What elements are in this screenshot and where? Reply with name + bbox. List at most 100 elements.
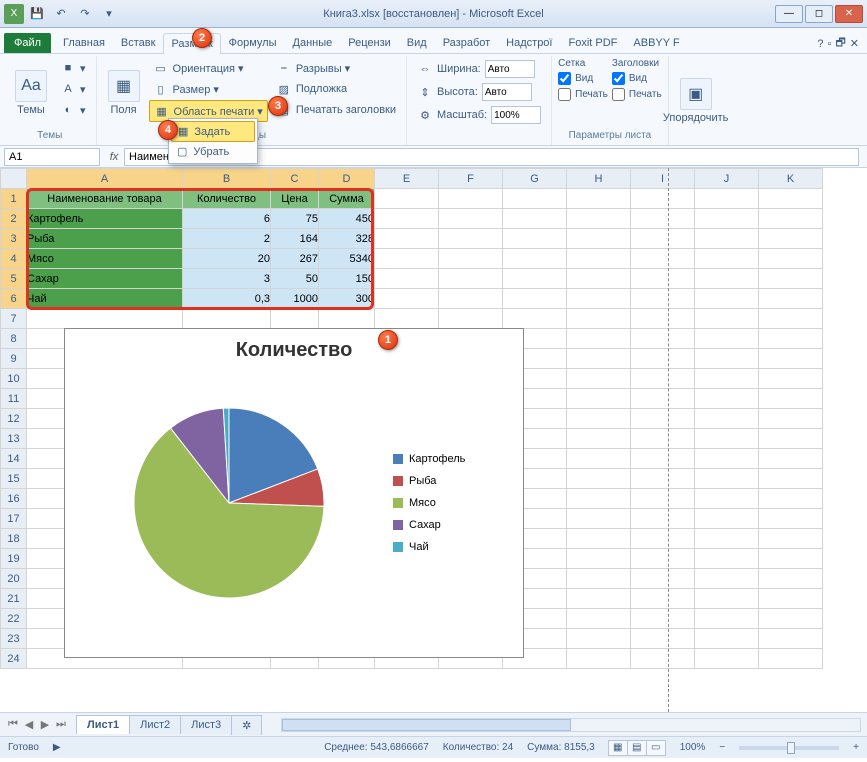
name-box[interactable] <box>4 148 100 166</box>
cell[interactable] <box>759 409 823 429</box>
undo-button[interactable]: ↶ <box>50 3 72 25</box>
cell[interactable] <box>759 289 823 309</box>
cell[interactable] <box>631 229 695 249</box>
cell[interactable] <box>567 189 631 209</box>
cell[interactable]: 150 <box>319 269 375 289</box>
view-buttons[interactable]: ▦▤▭ <box>609 740 666 756</box>
cell[interactable] <box>567 529 631 549</box>
cell[interactable] <box>631 549 695 569</box>
cell[interactable] <box>567 369 631 389</box>
theme-colors[interactable]: ■▾ <box>56 58 90 78</box>
arrange-button[interactable]: ▣ Упорядочить <box>675 58 717 143</box>
column-header-J[interactable]: J <box>695 169 759 189</box>
cell[interactable] <box>695 629 759 649</box>
cell[interactable] <box>631 409 695 429</box>
cell[interactable] <box>503 269 567 289</box>
save-button[interactable]: 💾 <box>26 3 48 25</box>
cell[interactable] <box>631 209 695 229</box>
cell[interactable] <box>759 189 823 209</box>
cell[interactable] <box>631 249 695 269</box>
cell[interactable] <box>695 389 759 409</box>
row-header-11[interactable]: 11 <box>1 389 27 409</box>
cell[interactable] <box>759 449 823 469</box>
cell[interactable] <box>567 609 631 629</box>
close-button[interactable]: ✕ <box>835 5 863 23</box>
cell[interactable] <box>503 249 567 269</box>
cell[interactable]: 300 <box>319 289 375 309</box>
cell[interactable]: 267 <box>271 249 319 269</box>
close-workbook-icon[interactable]: ✕ <box>850 37 859 50</box>
row-header-1[interactable]: 1 <box>1 189 27 209</box>
cell[interactable] <box>631 349 695 369</box>
tab-insert[interactable]: Вставк <box>113 32 164 53</box>
cell[interactable] <box>631 429 695 449</box>
themes-button[interactable]: Aa Темы <box>10 58 52 128</box>
cell[interactable] <box>375 249 439 269</box>
cell[interactable] <box>759 589 823 609</box>
cell[interactable] <box>375 289 439 309</box>
cell[interactable]: Количество <box>183 189 271 209</box>
height-input[interactable] <box>482 83 532 101</box>
cell[interactable] <box>567 389 631 409</box>
row-header-2[interactable]: 2 <box>1 209 27 229</box>
cell[interactable] <box>567 449 631 469</box>
cell[interactable] <box>695 229 759 249</box>
cell[interactable] <box>631 189 695 209</box>
column-header-D[interactable]: D <box>319 169 375 189</box>
cell[interactable] <box>567 589 631 609</box>
row-header-18[interactable]: 18 <box>1 529 27 549</box>
sheet-tab-2[interactable]: Лист2 <box>129 715 181 734</box>
cell[interactable]: 3 <box>183 269 271 289</box>
cell[interactable] <box>631 629 695 649</box>
cell[interactable] <box>567 549 631 569</box>
cell[interactable] <box>567 269 631 289</box>
cell[interactable] <box>375 309 439 329</box>
background-button[interactable]: ▨Подложка <box>272 79 400 99</box>
cell[interactable] <box>695 449 759 469</box>
print-titles-button[interactable]: ▤Печатать заголовки <box>272 100 400 120</box>
cell[interactable] <box>695 549 759 569</box>
cell[interactable] <box>631 289 695 309</box>
cell[interactable] <box>631 329 695 349</box>
chart[interactable]: Количество КартофельРыбаМясоСахарЧай <box>64 328 524 658</box>
cell[interactable] <box>759 269 823 289</box>
zoom-slider[interactable] <box>739 746 839 750</box>
cell[interactable]: 0,3 <box>183 289 271 309</box>
theme-fonts[interactable]: A▾ <box>56 79 90 99</box>
redo-button[interactable]: ↷ <box>74 3 96 25</box>
gridlines-view[interactable]: Вид <box>558 72 608 85</box>
cell[interactable]: Сахар <box>27 269 183 289</box>
cell[interactable]: Цена <box>271 189 319 209</box>
cell[interactable] <box>695 369 759 389</box>
cell[interactable] <box>695 429 759 449</box>
cell[interactable] <box>439 229 503 249</box>
column-header-A[interactable]: A <box>27 169 183 189</box>
cell[interactable] <box>375 209 439 229</box>
cell[interactable] <box>567 249 631 269</box>
cell[interactable] <box>695 649 759 669</box>
cell[interactable]: 450 <box>319 209 375 229</box>
cell[interactable] <box>695 329 759 349</box>
cell[interactable]: Сумма <box>319 189 375 209</box>
cell[interactable] <box>695 609 759 629</box>
cell[interactable] <box>695 409 759 429</box>
row-header-9[interactable]: 9 <box>1 349 27 369</box>
cell[interactable] <box>567 649 631 669</box>
orientation-button[interactable]: ▭Ориентация ▾ <box>149 58 268 78</box>
cell[interactable] <box>695 249 759 269</box>
cell[interactable] <box>183 309 271 329</box>
cell[interactable] <box>631 449 695 469</box>
column-header-G[interactable]: G <box>503 169 567 189</box>
cell[interactable]: 6 <box>183 209 271 229</box>
cell[interactable] <box>759 489 823 509</box>
file-tab[interactable]: Файл <box>4 33 51 53</box>
zoom-in[interactable]: + <box>853 742 859 753</box>
cell[interactable] <box>759 469 823 489</box>
cell[interactable] <box>439 189 503 209</box>
cell[interactable] <box>319 309 375 329</box>
cell[interactable] <box>567 409 631 429</box>
breaks-button[interactable]: ⎯Разрывы ▾ <box>272 58 400 78</box>
cell[interactable] <box>695 189 759 209</box>
cell[interactable] <box>271 309 319 329</box>
cell[interactable] <box>503 229 567 249</box>
